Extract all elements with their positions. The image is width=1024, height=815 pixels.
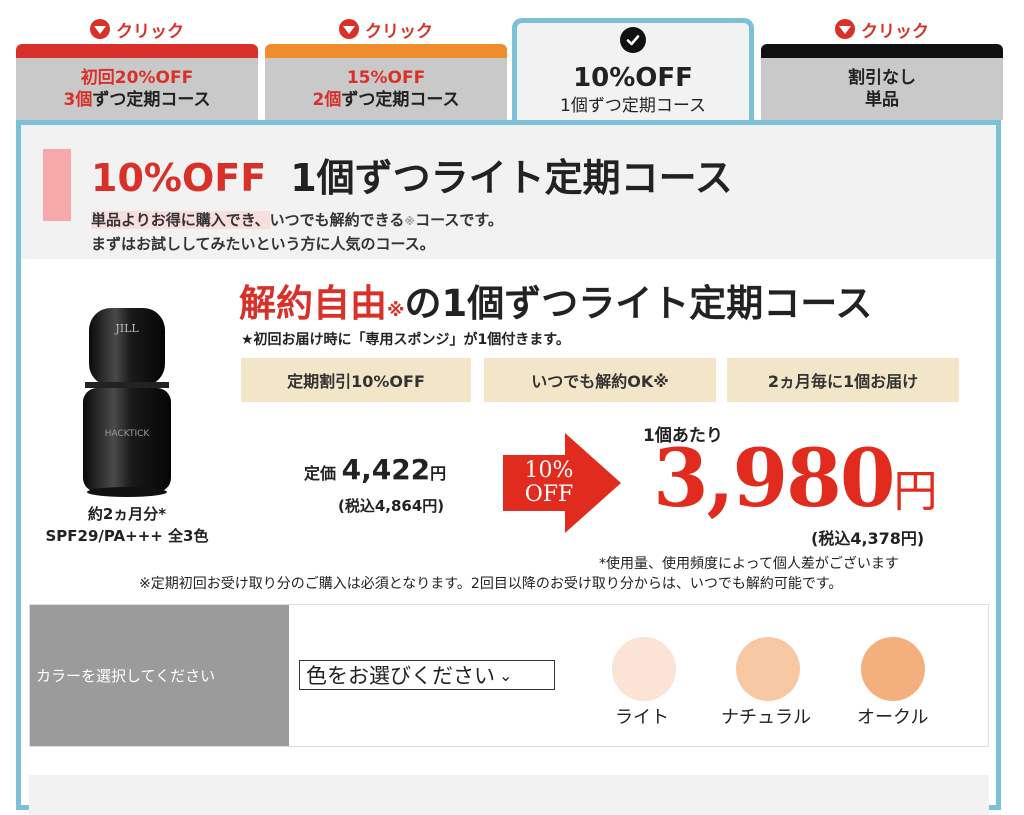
discount-arrow: 10% OFF	[503, 433, 621, 533]
tab-label: 10%OFF 1個ずつ定期コース	[517, 63, 749, 119]
chevron-down-icon: ⌄	[499, 665, 513, 685]
discount-label: 10%OFF	[91, 156, 267, 200]
course-title: 1個ずつライト定期コース	[290, 156, 733, 200]
color-selector: カラーを選択してください 色をお選びください ⌄ ライト ナチュラル オークル	[29, 604, 989, 747]
swatch-light[interactable]	[612, 637, 676, 701]
arrow-badge-off: OFF	[524, 482, 574, 507]
tab-10off-1pack[interactable]: 10%OFF 1個ずつ定期コース	[512, 18, 754, 130]
check-icon	[620, 27, 646, 53]
accent-mark	[43, 149, 71, 221]
svg-text:JILL: JILL	[114, 322, 139, 335]
swatch-label-light: ライト	[615, 707, 669, 728]
course-description: 単品よりお得に購入でき、いつでも解約できる※コースです。 まずはお試ししてみたい…	[91, 211, 503, 253]
cancellation-note: ※定期初回お受け取り分のご購入は必須となります。2回目以降のお受け取り分からは、…	[139, 576, 843, 592]
color-select-dropdown[interactable]: 色をお選びください ⌄	[299, 660, 555, 690]
tab-color-bar	[265, 44, 507, 58]
tab-no-discount-single[interactable]: クリック 割引なし 単品	[761, 0, 1003, 120]
swatch-label-natural: ナチュラル	[721, 707, 811, 728]
tab-line2: 2個ずつ定期コース	[312, 90, 460, 110]
tab-label: 割引なし 単品	[761, 58, 1003, 120]
color-selector-label: カラーを選択してください	[30, 605, 289, 746]
click-label: クリック	[365, 21, 433, 42]
tab-line2: 1個ずつ定期コース	[560, 96, 706, 116]
click-indicator: クリック	[16, 14, 258, 44]
click-label: クリック	[861, 21, 929, 42]
tab-color-bar	[761, 44, 1003, 58]
list-price-tax: (税込4,864円)	[338, 497, 445, 515]
course-panel: 10%OFF 1個ずつライト定期コース 単品よりお得に購入でき、いつでも解約できる…	[16, 120, 1001, 815]
click-indicator: クリック	[265, 14, 507, 44]
tab-line2: 3個ずつ定期コース	[63, 90, 211, 110]
pin-icon	[835, 19, 855, 39]
svg-text:HACKTICK: HACKTICK	[105, 429, 151, 439]
tab-20off-3pack[interactable]: クリック 初回20%OFF 3個ずつ定期コース	[16, 0, 258, 120]
feature-badge: 定期割引10%OFF	[241, 358, 471, 402]
arrow-badge-percent: 10%	[524, 458, 574, 483]
pin-icon	[90, 19, 110, 39]
swatch-ochre[interactable]	[861, 637, 925, 701]
tab-color-bar	[16, 44, 258, 58]
product-image: JILL HACKTICK	[83, 308, 171, 497]
click-indicator: クリック	[761, 14, 1003, 44]
product-caption: 約2ヵ月分* SPF29/PA+++ 全3色	[45, 505, 209, 545]
tab-line1: 割引なし	[848, 68, 916, 88]
course-header: 10%OFF 1個ずつライト定期コース 単品よりお得に購入でき、いつでも解約できる…	[21, 125, 996, 259]
usage-note: *使用量、使用頻度によって個人差がございます	[599, 556, 899, 572]
swatch-label-ochre: オークル	[857, 707, 929, 728]
course-heading: 10%OFF 1個ずつライト定期コース	[91, 147, 733, 202]
course-main-title: 解約自由※の1個ずつライト定期コース	[239, 282, 873, 325]
tab-line1: 15%OFF	[346, 68, 426, 88]
tab-line1: 初回20%OFF	[80, 68, 194, 88]
list-price: 定価 4,422円	[304, 453, 447, 486]
tab-label: 15%OFF 2個ずつ定期コース	[265, 58, 507, 120]
pin-icon	[339, 19, 359, 39]
tab-line2: 単品	[865, 90, 899, 110]
tab-label: 初回20%OFF 3個ずつ定期コース	[16, 58, 258, 120]
swatch-natural[interactable]	[736, 637, 800, 701]
click-label: クリック	[116, 21, 184, 42]
feature-badge: いつでも解約OK※	[484, 358, 716, 402]
tab-15off-2pack[interactable]: クリック 15%OFF 2個ずつ定期コース	[265, 0, 507, 120]
tab-line1: 10%OFF	[573, 63, 693, 93]
feature-badge: 2ヵ月毎に1個お届け	[727, 358, 959, 402]
gift-note: ★初回お届け時に「専用スポンジ」が1個付きます。	[241, 332, 570, 348]
bottom-section	[29, 775, 989, 815]
sale-price: 3,980円	[653, 431, 938, 525]
sale-price-tax: (税込4,378円)	[811, 529, 925, 548]
